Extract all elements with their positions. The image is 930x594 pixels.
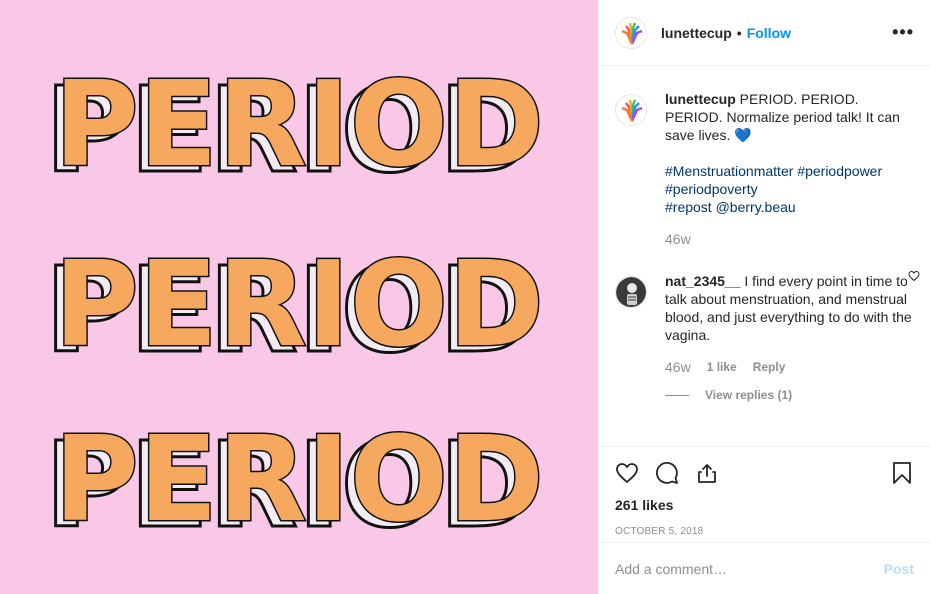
post-header: lunettecup • Follow ••• bbox=[599, 0, 930, 66]
follow-button[interactable]: Follow bbox=[747, 25, 791, 41]
caption-avatar[interactable] bbox=[615, 94, 647, 126]
hashtag-link[interactable]: #periodpower bbox=[797, 163, 882, 179]
caption-text-block: lunettecup PERIOD. PERIOD. PERIOD. Norma… bbox=[665, 90, 914, 248]
comment-icon[interactable] bbox=[655, 461, 679, 485]
replies-divider bbox=[665, 394, 689, 396]
period-text-graphic: PERIODPERIODPERIODPERIODPERIODPERIOD bbox=[44, 54, 546, 556]
separator-dot: • bbox=[736, 24, 742, 41]
more-horizontal-icon[interactable]: ••• bbox=[892, 22, 914, 43]
svg-text:PERIOD: PERIOD bbox=[54, 410, 544, 548]
author-avatar[interactable] bbox=[615, 16, 647, 49]
heart-icon[interactable] bbox=[615, 461, 639, 485]
share-icon[interactable] bbox=[695, 461, 719, 485]
caption-hashtags: #Menstruationmatter #periodpower #period… bbox=[665, 162, 914, 216]
add-comment-bar: Post bbox=[599, 542, 930, 594]
post-comment-button[interactable]: Post bbox=[884, 561, 914, 577]
comment-username[interactable]: nat_2345__ bbox=[665, 273, 741, 289]
action-bar bbox=[615, 449, 914, 497]
caption-username[interactable]: lunettecup bbox=[665, 91, 736, 107]
caption: lunettecup PERIOD. PERIOD. PERIOD. Norma… bbox=[615, 90, 914, 248]
hashtag-link[interactable]: #Menstruationmatter bbox=[665, 163, 793, 179]
comment-likes[interactable]: 1 like bbox=[707, 358, 737, 376]
reply-button[interactable]: Reply bbox=[753, 358, 786, 376]
comment-text-block: nat_2345__ I find every point in time to… bbox=[665, 272, 914, 376]
svg-text:PERIOD: PERIOD bbox=[54, 55, 544, 193]
comment-meta: 46w 1 like Reply bbox=[665, 358, 914, 376]
view-replies-button[interactable]: View replies (1) bbox=[705, 388, 792, 402]
post-side-panel: lunettecup • Follow ••• lunettecup PERIO… bbox=[598, 0, 930, 594]
caption-time[interactable]: 46w bbox=[665, 230, 914, 248]
instagram-post: PERIOD PERIOD PERIOD PERIOD PERIOD PERIOD lun… bbox=[0, 0, 930, 594]
commenter-avatar[interactable] bbox=[615, 276, 647, 308]
mention-link[interactable]: @berry.beau bbox=[716, 199, 796, 215]
skeleton-avatar-icon bbox=[616, 277, 646, 307]
post-image[interactable]: PERIOD PERIOD PERIOD PERIOD PERIOD PERIOD bbox=[0, 0, 598, 594]
likes-count[interactable]: 261 likes bbox=[615, 497, 914, 513]
view-replies-row[interactable]: View replies (1) bbox=[665, 388, 914, 402]
bookmark-icon[interactable] bbox=[890, 461, 914, 485]
comments-section[interactable]: lunettecup PERIOD. PERIOD. PERIOD. Norma… bbox=[599, 66, 930, 446]
svg-text:PERIOD: PERIOD bbox=[54, 235, 544, 373]
hashtag-link[interactable]: #periodpoverty bbox=[665, 181, 758, 197]
actions-section: 261 likes OCTOBER 5, 2018 bbox=[599, 446, 930, 537]
hashtag-link[interactable]: #repost bbox=[665, 199, 712, 215]
period-word-2: PERIODPERIOD bbox=[44, 234, 546, 381]
rainbow-logo-icon bbox=[616, 95, 646, 125]
author-username[interactable]: lunettecup bbox=[661, 25, 732, 41]
comment-item: nat_2345__ I find every point in time to… bbox=[615, 272, 914, 376]
period-word-3: PERIODPERIOD bbox=[44, 409, 546, 556]
period-word-1: PERIODPERIOD bbox=[44, 54, 546, 201]
rainbow-logo-icon bbox=[616, 17, 646, 48]
post-date[interactable]: OCTOBER 5, 2018 bbox=[615, 526, 914, 537]
add-comment-input[interactable] bbox=[615, 560, 884, 577]
comment-like-heart-icon[interactable] bbox=[908, 270, 920, 282]
comment-time[interactable]: 46w bbox=[665, 358, 691, 376]
